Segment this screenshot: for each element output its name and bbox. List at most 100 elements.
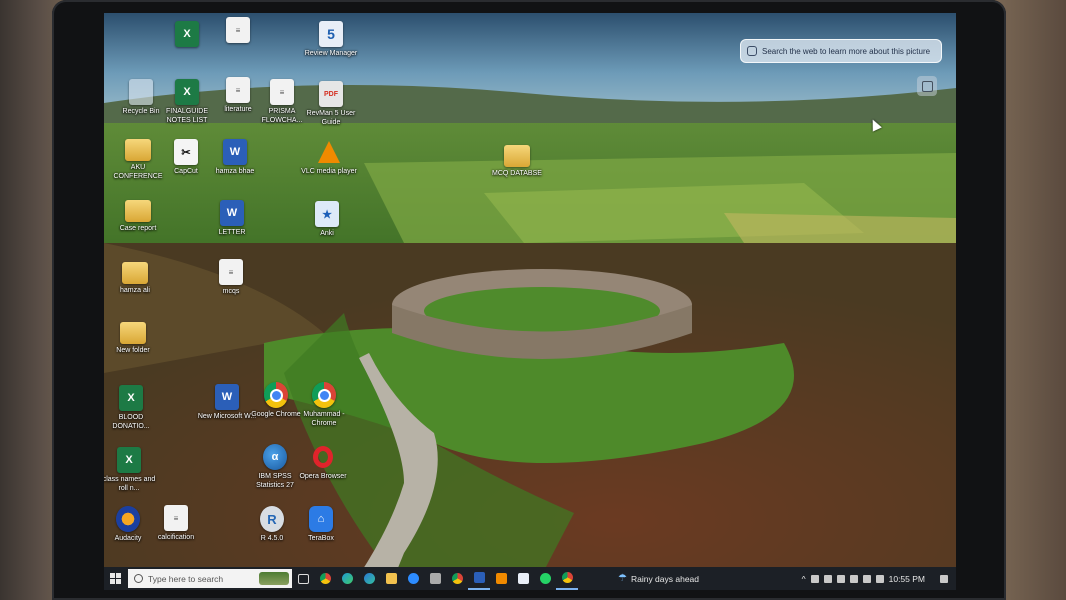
desktop-icon-document[interactable]: ≡ bbox=[207, 17, 269, 46]
search-highlight-thumbnail bbox=[259, 572, 289, 585]
excel-icon: X bbox=[175, 21, 199, 47]
store-icon bbox=[429, 573, 441, 584]
desktop-icon-review-manager[interactable]: 5 Review Manager bbox=[300, 21, 362, 59]
taskbar-edge[interactable] bbox=[336, 567, 358, 590]
document-icon: ≡ bbox=[219, 259, 243, 285]
video-icon bbox=[407, 573, 419, 584]
desktop-icon-terabox[interactable]: ⌂ TeraBox bbox=[290, 506, 352, 544]
weather-text: Rainy days ahead bbox=[630, 573, 700, 584]
taskbar-edge-alt[interactable] bbox=[358, 567, 380, 590]
chrome-icon bbox=[264, 382, 288, 408]
edge-icon bbox=[341, 573, 353, 584]
volume-icon[interactable] bbox=[862, 574, 871, 583]
anki-star-icon: ★ bbox=[315, 201, 339, 227]
tray-app-icon[interactable] bbox=[823, 574, 832, 583]
system-tray: ^ 10:55 PM bbox=[802, 574, 956, 584]
folder-icon bbox=[504, 145, 530, 167]
weather-widget[interactable]: ☂ Rainy days ahead bbox=[618, 573, 699, 584]
excel-icon: X bbox=[175, 79, 199, 105]
battery-icon[interactable] bbox=[836, 574, 845, 583]
taskbar-file-explorer[interactable] bbox=[380, 567, 402, 590]
desktop-screen: Search the web to learn more about this … bbox=[104, 13, 956, 590]
excel-icon: X bbox=[117, 447, 141, 473]
search-web-picture-pill[interactable]: Search the web to learn more about this … bbox=[740, 39, 942, 63]
notifications-icon[interactable] bbox=[940, 574, 948, 583]
chrome-icon bbox=[451, 573, 463, 584]
desktop-icon-folder-mcq[interactable]: MCQ DATABSE bbox=[486, 145, 548, 179]
folder-icon bbox=[125, 139, 151, 161]
audacity-icon bbox=[116, 506, 140, 532]
document-icon: ≡ bbox=[226, 77, 250, 103]
task-view-button[interactable] bbox=[292, 567, 314, 590]
word-icon: W bbox=[215, 384, 239, 410]
start-button[interactable] bbox=[104, 567, 126, 590]
folder-icon bbox=[125, 200, 151, 222]
taskbar: Type here to search ☂ Rainy days ahead ^… bbox=[104, 567, 956, 590]
camera-icon bbox=[921, 80, 933, 92]
desktop-icon-document[interactable]: ≡ calcification bbox=[145, 505, 207, 543]
desktop-icon-excel[interactable]: Xclass names and roll n... bbox=[104, 447, 160, 493]
mic-icon[interactable] bbox=[875, 574, 884, 583]
visual-search-button[interactable] bbox=[917, 76, 937, 96]
pdf-icon: PDF bbox=[319, 81, 343, 107]
taskbar-chrome[interactable] bbox=[314, 567, 336, 590]
clock-time[interactable]: 10:55 PM bbox=[889, 574, 925, 584]
desktop-icon-excel[interactable]: X BLOOD DONATIO... bbox=[104, 385, 162, 431]
taskbar-whatsapp[interactable] bbox=[534, 567, 556, 590]
edge-icon bbox=[363, 573, 375, 584]
taskbar-chrome-active[interactable] bbox=[556, 567, 578, 590]
taskbar-vlc[interactable] bbox=[490, 567, 512, 590]
document-icon: ≡ bbox=[226, 17, 250, 43]
folder-icon bbox=[385, 573, 397, 584]
desktop-icon-vlc[interactable]: VLC media player bbox=[298, 139, 360, 177]
desktop-icon-folder[interactable]: New folder bbox=[104, 322, 164, 356]
capcut-icon: ✂ bbox=[174, 139, 198, 165]
vlc-cone-icon bbox=[317, 139, 341, 165]
desktop-icon-folder[interactable]: hamza ali bbox=[104, 262, 166, 296]
excel-icon: X bbox=[119, 385, 143, 411]
word-icon: W bbox=[223, 139, 247, 165]
taskbar-store[interactable] bbox=[424, 567, 446, 590]
desktop-icon-opera[interactable]: Opera Browser bbox=[292, 444, 354, 482]
taskbar-chrome-2[interactable] bbox=[446, 567, 468, 590]
taskbar-search-box[interactable]: Type here to search bbox=[128, 569, 292, 588]
folder-icon bbox=[120, 322, 146, 344]
opera-icon bbox=[311, 444, 335, 470]
desktop-icon-chrome-profile[interactable]: Muhammad - Chrome bbox=[293, 382, 355, 428]
chrome-icon bbox=[561, 572, 573, 583]
five-icon: 5 bbox=[319, 21, 343, 47]
umbrella-icon: ☂ bbox=[618, 573, 627, 584]
terabox-icon: ⌂ bbox=[309, 506, 333, 532]
chrome-icon bbox=[319, 573, 331, 584]
five-icon bbox=[517, 573, 529, 584]
search-placeholder: Type here to search bbox=[148, 573, 224, 584]
desktop-icon-word[interactable]: W LETTER bbox=[201, 200, 263, 238]
document-icon: ≡ bbox=[270, 79, 294, 105]
taskbar-five[interactable] bbox=[512, 567, 534, 590]
desktop-icon-anki[interactable]: ★ Anki bbox=[296, 201, 358, 239]
word-icon bbox=[473, 572, 485, 583]
desktop-icon-pdf[interactable]: PDF RevMan 5 User Guide bbox=[300, 81, 362, 127]
taskbar-word[interactable] bbox=[468, 567, 490, 590]
desktop-icon-folder[interactable]: Case report bbox=[107, 200, 169, 234]
desktop-icon-document[interactable]: ≡ mcqs bbox=[200, 259, 262, 297]
chevron-up-icon[interactable]: ^ bbox=[802, 574, 806, 584]
search-icon bbox=[134, 574, 143, 583]
r-icon: R bbox=[260, 506, 284, 532]
spss-icon: α bbox=[263, 444, 287, 470]
desktop-icon-word[interactable]: Whamza bhae bbox=[204, 139, 266, 177]
taskbar-zoom[interactable] bbox=[402, 567, 424, 590]
word-icon: W bbox=[220, 200, 244, 226]
task-view-icon bbox=[297, 573, 309, 584]
wifi-icon[interactable] bbox=[849, 574, 858, 583]
recycle-bin-icon bbox=[129, 79, 153, 105]
tray-app-icon[interactable] bbox=[810, 574, 819, 583]
windows-logo-icon bbox=[109, 573, 121, 584]
document-icon: ≡ bbox=[164, 505, 188, 531]
search-web-label: Search the web to learn more about this … bbox=[762, 46, 931, 56]
folder-icon bbox=[122, 262, 148, 284]
chrome-icon bbox=[312, 382, 336, 408]
whatsapp-icon bbox=[539, 573, 551, 584]
vlc-cone-icon bbox=[495, 573, 507, 584]
image-search-icon bbox=[747, 46, 757, 56]
